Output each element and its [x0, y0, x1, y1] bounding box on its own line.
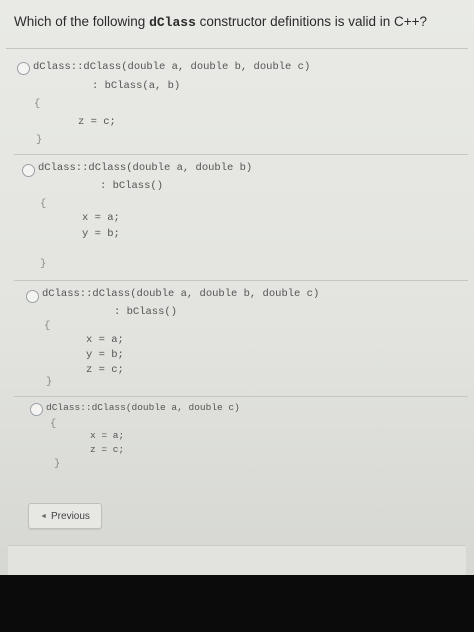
- quiz-page: Which of the following dClass constructo…: [0, 0, 474, 576]
- option-3-signature: dClass::dClass(double a, double b, doubl…: [42, 288, 320, 300]
- option-4-stmt-2: z = c;: [90, 444, 125, 455]
- option-2-open-brace: {: [40, 198, 47, 210]
- option-divider-2: [14, 280, 468, 281]
- option-2-stmt-2: y = b;: [82, 228, 120, 240]
- question-prefix: Which of the following: [14, 14, 150, 29]
- chevron-left-icon: ◄: [40, 512, 48, 520]
- option-3-radio[interactable]: [26, 290, 39, 303]
- option-divider-3: [14, 396, 468, 397]
- option-4-signature: dClass::dClass(double a, double c): [46, 402, 240, 413]
- question-suffix: constructor definitions is valid in C++?: [195, 14, 428, 29]
- option-4-stmt-1: x = a;: [90, 430, 125, 441]
- option-3-stmt-3: z = c;: [86, 364, 124, 376]
- option-1-signature: dClass::dClass(double a, double b, doubl…: [33, 61, 311, 73]
- option-3-stmt-2: y = b;: [86, 349, 124, 361]
- previous-label: Previous: [51, 510, 90, 522]
- question-divider: [6, 48, 468, 49]
- option-3-initializer: : bClass(): [114, 306, 178, 318]
- option-3-stmt-1: x = a;: [86, 334, 124, 346]
- option-1-open-brace: {: [34, 98, 41, 110]
- option-4-open-brace: {: [50, 418, 57, 430]
- option-2-stmt-1: x = a;: [82, 212, 120, 224]
- option-1-close-brace: }: [36, 134, 43, 146]
- previous-button[interactable]: ◄ Previous: [28, 503, 102, 529]
- option-1-radio[interactable]: [17, 62, 30, 75]
- option-divider-1: [14, 154, 468, 155]
- option-3-close-brace: }: [46, 376, 53, 388]
- footer-panel: [8, 545, 466, 576]
- option-4-close-brace: }: [54, 458, 61, 470]
- question-code-word: dClass: [149, 15, 196, 30]
- option-3-open-brace: {: [44, 320, 51, 332]
- option-1-initializer: : bClass(a, b): [92, 80, 181, 92]
- option-2-radio[interactable]: [22, 164, 35, 177]
- option-1-stmt-1: z = c;: [78, 116, 116, 128]
- question-text: Which of the following dClass constructo…: [14, 14, 464, 30]
- option-2-close-brace: }: [40, 258, 47, 270]
- option-4-radio[interactable]: [30, 403, 43, 416]
- screen-bezel: [0, 575, 474, 632]
- option-2-signature: dClass::dClass(double a, double b): [38, 162, 253, 174]
- option-2-initializer: : bClass(): [100, 180, 164, 192]
